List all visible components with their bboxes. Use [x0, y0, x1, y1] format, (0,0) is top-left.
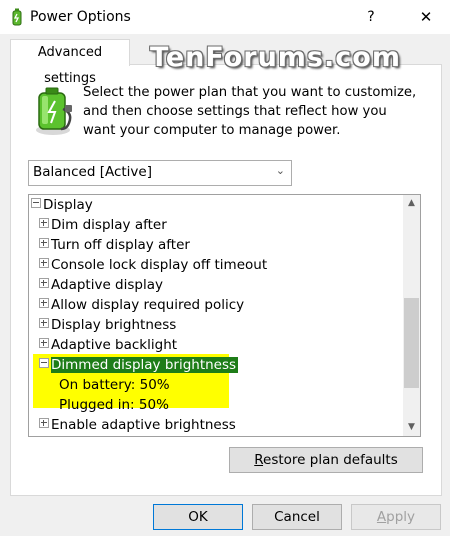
- ok-button[interactable]: OK: [153, 504, 243, 530]
- power-plan-dropdown[interactable]: Balanced [Active] ⌄: [28, 160, 292, 186]
- tree-item[interactable]: Adaptive backlight: [39, 335, 177, 355]
- title-bar: Power Options ? ✕: [0, 0, 450, 35]
- tree-item-label: Console lock display off timeout: [51, 257, 268, 273]
- tree-item[interactable]: Enable adaptive brightness: [39, 415, 236, 435]
- scroll-thumb[interactable]: [404, 298, 419, 388]
- battery-plan-icon: [36, 87, 72, 135]
- close-button[interactable]: ✕: [406, 6, 446, 28]
- watermark: TenForums.com: [150, 42, 401, 73]
- collapse-icon[interactable]: [39, 358, 49, 368]
- expand-icon[interactable]: [39, 338, 49, 348]
- chevron-down-icon: ⌄: [275, 164, 285, 177]
- expand-icon[interactable]: [39, 278, 49, 288]
- scroll-up-arrow-icon[interactable]: ▲: [403, 195, 420, 212]
- expand-icon[interactable]: [39, 258, 49, 268]
- plugged-in-value[interactable]: 50%: [139, 397, 169, 413]
- tree-item[interactable]: Display brightness: [39, 315, 176, 335]
- tree-item[interactable]: Console lock display off timeout: [39, 255, 267, 275]
- setting-plugged-in[interactable]: Plugged in: 50%: [59, 395, 169, 415]
- tree-item-label: Turn off display after: [51, 237, 190, 253]
- expand-icon[interactable]: [39, 418, 49, 428]
- setting-on-battery[interactable]: On battery: 50%: [59, 375, 170, 395]
- on-battery-label: On battery:: [59, 377, 136, 393]
- power-options-icon: [12, 8, 22, 26]
- expand-icon[interactable]: [39, 238, 49, 248]
- restore-plan-defaults-button[interactable]: Restore plan defaults: [229, 447, 423, 473]
- power-plan-value: Balanced [Active]: [33, 164, 152, 180]
- on-battery-value[interactable]: 50%: [140, 377, 170, 393]
- collapse-icon[interactable]: [31, 198, 41, 208]
- tree-item-label: Display: [43, 197, 93, 213]
- restore-hotkey: R: [254, 452, 264, 468]
- dialog-body: Advanced settings TenForums.com Select t…: [0, 34, 450, 536]
- scroll-down-arrow-icon[interactable]: ▼: [403, 419, 420, 436]
- tree-item-label: Adaptive display: [51, 277, 163, 293]
- tree-item-dimmed-display-brightness[interactable]: Dimmed display brightness: [39, 355, 239, 375]
- expand-icon[interactable]: [39, 318, 49, 328]
- expand-icon[interactable]: [39, 298, 49, 308]
- cancel-button[interactable]: Cancel: [252, 504, 342, 530]
- settings-tree[interactable]: Display Dim display after Turn off displ…: [28, 194, 421, 437]
- expand-icon[interactable]: [39, 218, 49, 228]
- tab-advanced-settings[interactable]: Advanced settings: [10, 39, 130, 86]
- tree-item-label: Allow display required policy: [51, 297, 245, 313]
- intro-text: Select the power plan that you want to c…: [83, 85, 417, 138]
- tree-item[interactable]: Turn off display after: [39, 235, 190, 255]
- tree-item-display[interactable]: Display: [31, 195, 93, 215]
- tree-item[interactable]: Dim display after: [39, 215, 167, 235]
- window-title: Power Options: [30, 9, 131, 25]
- tree-item[interactable]: Allow display required policy: [39, 295, 244, 315]
- tree-item-label: Adaptive backlight: [51, 337, 178, 353]
- vertical-scrollbar[interactable]: ▲ ▼: [403, 195, 420, 436]
- help-button[interactable]: ?: [356, 6, 386, 28]
- tree-item-label: Display brightness: [51, 317, 177, 333]
- restore-label: estore plan defaults: [263, 452, 398, 468]
- apply-hotkey: A: [376, 509, 387, 525]
- apply-label: pply: [386, 509, 416, 525]
- plugged-in-label: Plugged in:: [59, 397, 135, 413]
- advanced-settings-panel: Select the power plan that you want to c…: [10, 64, 442, 496]
- tree-item-label-selected: Dimmed display brightness: [51, 357, 239, 373]
- tree-item-label: Dim display after: [51, 217, 167, 233]
- tree-item-label: Enable adaptive brightness: [51, 417, 236, 433]
- tree-item[interactable]: Adaptive display: [39, 275, 163, 295]
- apply-button[interactable]: Apply: [351, 504, 441, 530]
